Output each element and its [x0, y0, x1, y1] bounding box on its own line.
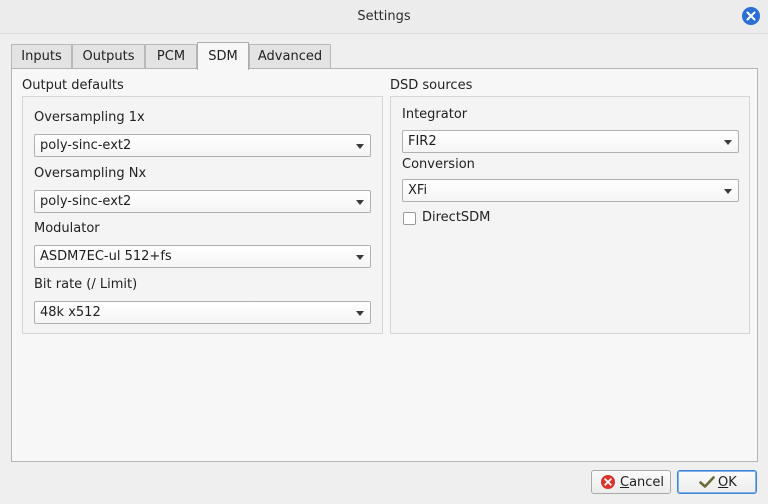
integrator-value: FIR2 [408, 134, 437, 149]
tab-sdm[interactable]: SDM [197, 42, 249, 70]
window-title: Settings [357, 9, 411, 24]
modulator-value: ASDM7EC-ul 512+fs [40, 249, 172, 264]
chevron-down-icon [356, 311, 364, 316]
chevron-down-icon [356, 200, 364, 205]
bit-rate-select[interactable]: 48k x512 [34, 301, 371, 324]
tab-pcm[interactable]: PCM [145, 44, 197, 69]
dsd-sources-label: DSD sources [390, 78, 473, 93]
output-defaults-label: Output defaults [22, 78, 124, 93]
oversampling-1x-label: Oversampling 1x [34, 110, 145, 125]
oversampling-nx-value: poly-sinc-ext2 [40, 194, 132, 209]
tab-inputs[interactable]: Inputs [11, 44, 72, 69]
close-icon[interactable] [742, 7, 760, 25]
chevron-down-icon [356, 255, 364, 260]
cancel-button-label: Cancel [620, 475, 665, 490]
oversampling-1x-select[interactable]: poly-sinc-ext2 [34, 134, 371, 157]
modulator-label: Modulator [34, 221, 100, 236]
output-defaults-group: Oversampling 1x poly-sinc-ext2 Oversampl… [22, 96, 383, 334]
cancel-button[interactable]: Cancel [591, 470, 671, 494]
cancel-icon [601, 475, 615, 489]
title-bar: Settings [0, 0, 768, 34]
oversampling-1x-value: poly-sinc-ext2 [40, 138, 132, 153]
conversion-label: Conversion [402, 157, 475, 172]
ok-button-label: OK [718, 475, 737, 490]
conversion-select[interactable]: XFi [402, 179, 739, 202]
chevron-down-icon [724, 140, 732, 145]
modulator-select[interactable]: ASDM7EC-ul 512+fs [34, 245, 371, 268]
integrator-select[interactable]: FIR2 [402, 130, 739, 153]
ok-button[interactable]: OK [677, 470, 757, 494]
chevron-down-icon [724, 189, 732, 194]
chevron-down-icon [356, 144, 364, 149]
direct-sdm-label[interactable]: DirectSDM [422, 210, 490, 225]
tab-outputs[interactable]: Outputs [72, 44, 145, 69]
bit-rate-value: 48k x512 [40, 305, 101, 320]
integrator-label: Integrator [402, 107, 468, 122]
sdm-tab-panel: Output defaults Oversampling 1x poly-sin… [11, 68, 758, 462]
bit-rate-label: Bit rate (/ Limit) [34, 277, 138, 292]
dsd-sources-group: Integrator FIR2 Conversion XFi DirectSDM [390, 96, 750, 334]
direct-sdm-checkbox[interactable] [403, 212, 416, 225]
ok-icon [699, 476, 715, 488]
oversampling-nx-select[interactable]: poly-sinc-ext2 [34, 190, 371, 213]
conversion-value: XFi [408, 183, 428, 198]
oversampling-nx-label: Oversampling Nx [34, 166, 147, 181]
tab-advanced[interactable]: Advanced [249, 44, 331, 69]
